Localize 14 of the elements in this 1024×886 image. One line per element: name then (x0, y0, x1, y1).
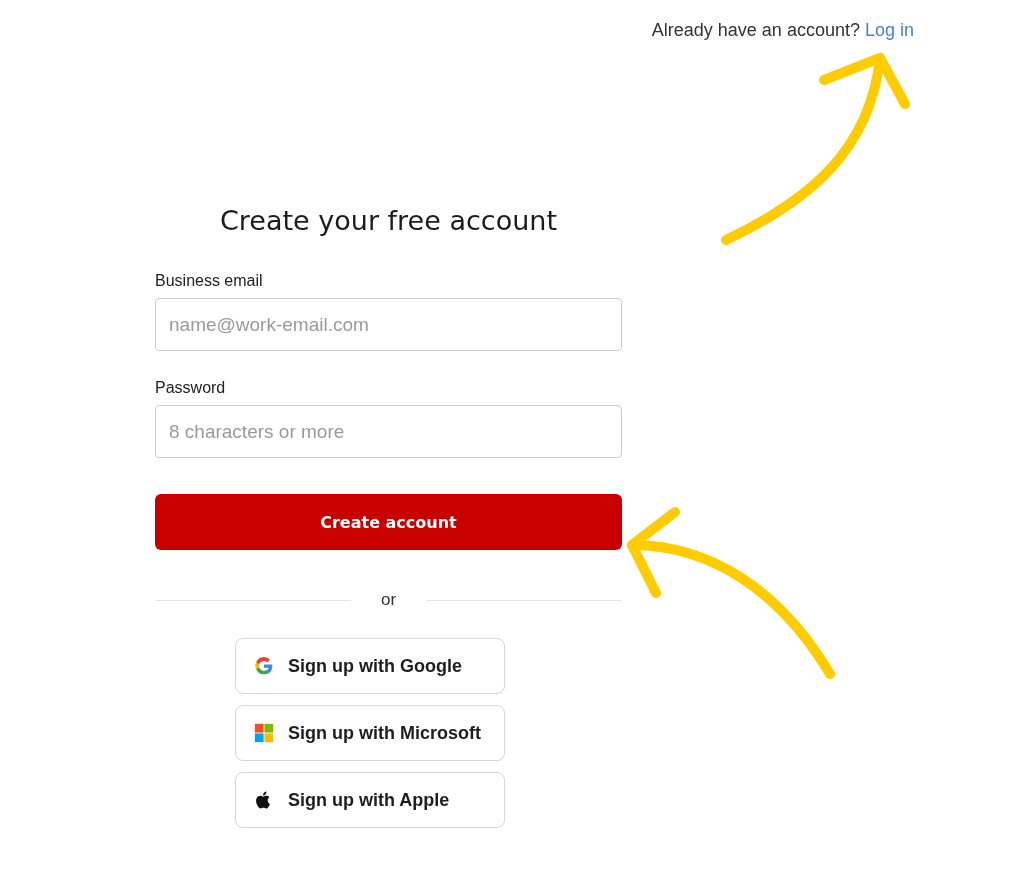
divider-text: or (379, 590, 398, 610)
sign-up-button[interactable]: Sign up with Google (235, 638, 505, 694)
google-logo-icon (254, 656, 274, 676)
microsoft-logo-icon (254, 723, 274, 743)
field-label: Business email (155, 272, 264, 290)
sign-up-button[interactable]: Sign up with Microsoft (235, 705, 505, 761)
input-field[interactable]: name@work-email.com (155, 298, 622, 351)
form-title: Create your free account (219, 205, 558, 236)
login-prompt: Already have an account? (651, 20, 860, 41)
create-account-button[interactable]: Create account (155, 494, 622, 550)
sign-up-button[interactable]: Sign up with Apple (235, 772, 505, 828)
field-label: Password (155, 379, 227, 397)
input-field[interactable]: 8 characters or more (155, 405, 622, 458)
login-link[interactable]: Log in (864, 20, 914, 41)
